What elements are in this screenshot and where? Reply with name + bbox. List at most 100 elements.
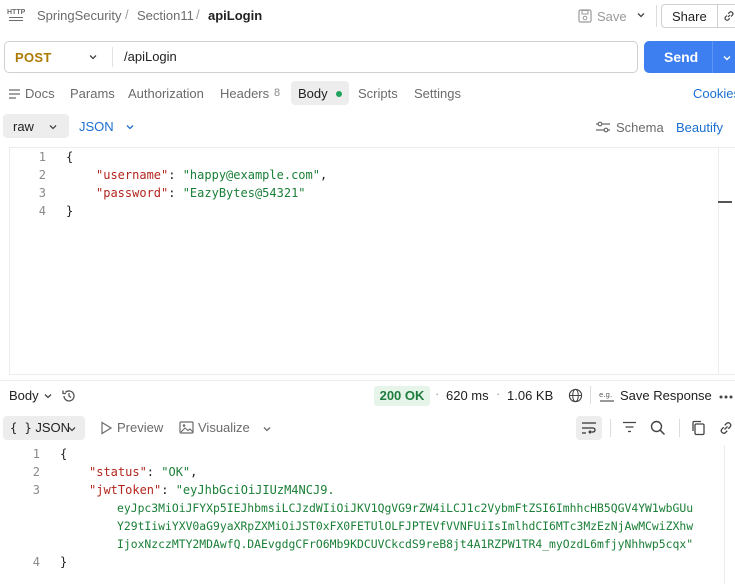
schema-button[interactable]: Schema	[616, 120, 664, 135]
response-scrollbar[interactable]	[724, 445, 735, 584]
divider	[0, 380, 735, 381]
separator-dot: ·	[496, 386, 501, 401]
json-key: "password"	[96, 186, 169, 200]
braces-icon: { }	[10, 421, 32, 435]
code-line-password: "password": "EazyBytes@54321"	[96, 186, 306, 200]
send-button[interactable]: Send	[644, 41, 735, 73]
share-button[interactable]: Share	[661, 4, 735, 28]
breadcrumb-separator: /	[125, 7, 129, 22]
line-number: 2	[38, 168, 46, 182]
save-button[interactable]: Save	[578, 4, 628, 28]
image-icon	[179, 421, 194, 434]
line-number: 4	[32, 555, 40, 569]
tab-headers[interactable]: Headers	[220, 86, 269, 101]
code-brace: }	[66, 204, 74, 218]
divider	[712, 41, 713, 73]
filter-icon[interactable]	[622, 421, 637, 433]
method-select[interactable]: POST	[15, 50, 52, 65]
preview-tab[interactable]: Preview	[117, 420, 163, 435]
link-icon[interactable]	[718, 420, 734, 436]
tab-params[interactable]: Params	[70, 86, 115, 101]
status-badge[interactable]: 200 OK	[374, 386, 430, 406]
share-label: Share	[662, 5, 718, 27]
response-body-label[interactable]: Body	[9, 388, 39, 403]
chevron-down-icon[interactable]	[88, 52, 98, 62]
divider	[679, 419, 680, 437]
globe-icon[interactable]	[568, 388, 583, 403]
docs-icon	[9, 89, 20, 99]
line-number: 2	[32, 465, 40, 479]
more-options-icon[interactable]	[719, 395, 733, 399]
tab-settings[interactable]: Settings	[414, 86, 461, 101]
breadcrumb-separator: /	[196, 7, 200, 22]
json-value: "happy@example.com"	[182, 168, 320, 182]
line-number: 1	[32, 447, 40, 461]
json-key: "username"	[96, 168, 169, 182]
chevron-down-icon[interactable]	[262, 424, 272, 434]
schema-icon	[596, 121, 610, 133]
chevron-down-icon[interactable]	[125, 122, 135, 132]
code-brace: {	[66, 150, 74, 164]
line-number: 3	[38, 186, 46, 200]
save-icon	[578, 9, 592, 23]
code-line-username: "username": "happy@example.com",	[96, 168, 328, 182]
send-label: Send	[664, 49, 699, 65]
editor-scrollbar[interactable]	[718, 148, 735, 374]
code-brace: {	[60, 447, 68, 461]
separator-dot: ·	[435, 386, 440, 401]
response-time[interactable]: 620 ms	[446, 388, 489, 403]
http-request-icon: HTTP	[7, 9, 25, 23]
tab-scripts[interactable]: Scripts	[358, 86, 398, 101]
chevron-down-icon[interactable]	[636, 10, 646, 20]
code-line-status: "status": "OK",	[89, 465, 198, 479]
chevron-down-icon[interactable]	[43, 391, 53, 401]
play-icon	[101, 421, 112, 435]
tab-authorization[interactable]: Authorization	[128, 86, 204, 101]
request-name[interactable]: apiLogin	[208, 8, 262, 23]
search-icon[interactable]	[650, 420, 666, 436]
wrap-lines-icon	[582, 422, 596, 434]
body-mode-label: raw	[13, 119, 34, 134]
line-number: 3	[32, 483, 40, 497]
breadcrumb-folder[interactable]: Section11	[137, 8, 194, 23]
json-value: "eyJhbGciOiJIUzM4NCJ9.	[175, 483, 335, 497]
line-number: 4	[38, 204, 46, 218]
tab-body[interactable]: Body	[298, 86, 328, 101]
svg-text:e.g.: e.g.	[599, 391, 612, 399]
beautify-button[interactable]: Beautify	[676, 120, 723, 135]
tab-docs[interactable]: Docs	[25, 86, 55, 101]
breadcrumb-collection[interactable]: SpringSecurity	[37, 8, 122, 23]
editor-scroll-thumb[interactable]	[718, 201, 732, 203]
json-value: "OK"	[161, 465, 191, 479]
divider	[590, 386, 591, 404]
divider	[610, 419, 611, 437]
jwt-token-continuation: IjoxNzczMTY2MDAwfQ.DAEvgdgCFrO6Mb9KDCUVC…	[117, 537, 694, 551]
json-key: "status"	[89, 465, 147, 479]
body-language-select[interactable]: JSON	[79, 119, 114, 134]
response-format-label: { } JSON	[10, 420, 70, 435]
divider	[112, 47, 113, 67]
save-response-button[interactable]: Save Response	[620, 388, 712, 403]
jwt-token-continuation: Y29tIiwiYXV0aG9yaXRpZXMiOiJST0xFX0FETUlO…	[117, 519, 694, 533]
headers-count-badge: 8	[274, 87, 281, 99]
chevron-down-icon	[68, 427, 76, 432]
history-icon[interactable]	[61, 388, 77, 404]
divider	[656, 5, 657, 27]
url-input[interactable]: /apiLogin	[124, 49, 177, 64]
request-url-bar	[4, 41, 638, 73]
jwt-token-continuation: eyJpc3MiOiJFYXp5IEJhbmsiLCJzdWIiOiJKV1Qg…	[117, 501, 694, 515]
save-label: Save	[597, 8, 627, 24]
body-modified-dot	[336, 91, 342, 97]
visualize-tab[interactable]: Visualize	[198, 420, 250, 435]
line-number: 1	[38, 150, 46, 164]
chevron-down-icon	[49, 125, 57, 130]
copy-icon[interactable]	[691, 420, 706, 436]
json-value: "EazyBytes@54321"	[182, 186, 306, 200]
chevron-down-icon[interactable]	[722, 53, 732, 63]
cookies-link[interactable]: Cookies	[693, 86, 735, 101]
code-line-jwt-token: "jwtToken": "eyJhbGciOiJIUzM4NCJ9.	[89, 483, 335, 497]
save-response-icon: e.g.	[599, 391, 614, 402]
response-size[interactable]: 1.06 KB	[507, 388, 553, 403]
code-brace: }	[60, 555, 68, 569]
link-icon[interactable]	[722, 9, 735, 23]
